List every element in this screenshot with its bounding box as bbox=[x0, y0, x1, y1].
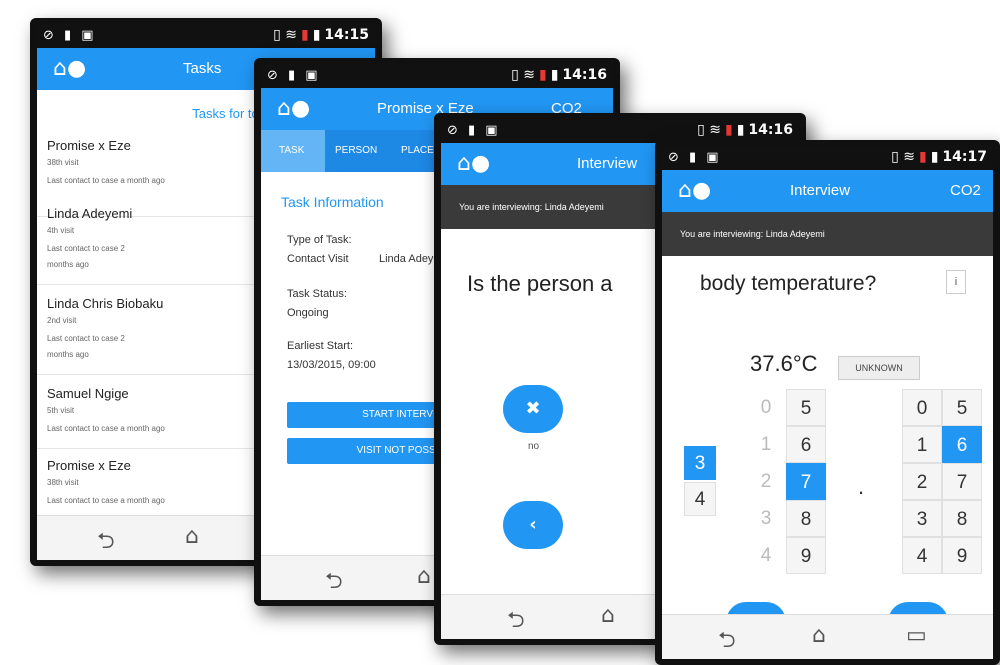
digit-grey[interactable]: 3 bbox=[750, 500, 782, 537]
digit-tens-4[interactable]: 4 bbox=[684, 482, 716, 516]
type-value: Contact Visit bbox=[287, 253, 349, 265]
status-bar: ⊘ ▮ ▣ ▯ ≋ ▮ ▮ 14:17 bbox=[662, 146, 993, 170]
home-nav-icon[interactable]: ⌂ bbox=[601, 603, 615, 628]
question-text: body temperature? bbox=[700, 272, 877, 295]
back-icon[interactable]: ⮌ bbox=[97, 524, 115, 560]
task-name: Linda Adeyemi bbox=[47, 206, 133, 221]
status-icons-left: ⊘ ▮ ▣ bbox=[668, 150, 722, 165]
app-bar: ⌂● Interview CO2 bbox=[662, 170, 993, 212]
phone-temperature: ⊘ ▮ ▣ ▯ ≋ ▮ ▮ 14:17 ⌂● Interview CO2 You… bbox=[655, 140, 1000, 665]
digit-grey[interactable]: 4 bbox=[750, 537, 782, 574]
type-label: Type of Task: bbox=[287, 234, 352, 246]
info-title: Task Information bbox=[281, 194, 384, 210]
page-title: Tasks bbox=[183, 60, 222, 77]
task-contact: Last contact to case a month ago bbox=[47, 424, 165, 433]
tab-task[interactable]: TASK bbox=[279, 145, 304, 156]
digit-units[interactable]: 5 bbox=[786, 389, 826, 426]
digit-decimal[interactable]: 9 bbox=[942, 537, 982, 574]
digit-decimal[interactable]: 0 bbox=[902, 389, 942, 426]
digit-grey[interactable]: 0 bbox=[750, 389, 782, 426]
home-nav-icon[interactable]: ⌂ bbox=[812, 623, 826, 648]
status-icons-left: ⊘ ▮ ▣ bbox=[267, 68, 321, 83]
digit-units[interactable]: 8 bbox=[786, 500, 826, 537]
task-name: Samuel Ngige bbox=[47, 386, 129, 401]
page-title: Interview bbox=[577, 155, 638, 172]
no-button[interactable]: ✖ bbox=[503, 385, 563, 433]
digit-decimal[interactable]: 4 bbox=[902, 537, 942, 574]
interviewing-text: You are interviewing: Linda Adeyemi bbox=[459, 202, 604, 212]
status-label: Task Status: bbox=[287, 288, 347, 300]
digit-decimal[interactable]: 2 bbox=[902, 463, 942, 500]
digit-decimal[interactable]: 7 bbox=[942, 463, 982, 500]
start-label: Earliest Start: bbox=[287, 340, 354, 352]
task-contact: Last contact to case 2 months ago bbox=[47, 244, 125, 269]
status-icons-right: ▯ ≋ ▮ ▮ 14:16 bbox=[511, 67, 607, 83]
status-icons-right: ▯ ≋ ▮ ▮ 14:17 bbox=[891, 149, 987, 165]
app-bar-right: CO2 bbox=[950, 182, 981, 199]
task-name: Promise x Eze bbox=[47, 138, 131, 153]
recents-icon[interactable]: ▭ bbox=[906, 623, 927, 648]
unknown-button[interactable]: UNKNOWN bbox=[838, 356, 920, 380]
task-name: Promise x Eze bbox=[47, 458, 131, 473]
status-icons-left: ⊘ ▮ ▣ bbox=[43, 28, 97, 43]
digit-units[interactable]: 9 bbox=[786, 537, 826, 574]
task-contact: Last contact to case a month ago bbox=[47, 176, 165, 185]
task-visit: 38th visit bbox=[47, 158, 79, 167]
nav-bar: ⮌ ⌂ ▭ bbox=[662, 614, 993, 659]
page-title: Interview bbox=[790, 182, 851, 199]
digit-grey[interactable]: 1 bbox=[750, 426, 782, 463]
no-label: no bbox=[528, 441, 540, 452]
info-icon[interactable]: i bbox=[946, 270, 966, 294]
task-visit: 2nd visit bbox=[47, 316, 77, 325]
digit-decimal[interactable]: 5 bbox=[942, 389, 982, 426]
home-icon[interactable]: ⌂● bbox=[457, 151, 490, 176]
back-icon[interactable]: ⮌ bbox=[718, 623, 736, 659]
task-name: Linda Chris Biobaku bbox=[47, 296, 164, 311]
digit-decimal[interactable]: 3 bbox=[902, 500, 942, 537]
interviewing-bar: You are interviewing: Linda Adeyemi bbox=[662, 212, 993, 256]
tab-place[interactable]: PLACE bbox=[401, 145, 434, 156]
back-icon[interactable]: ⮌ bbox=[325, 564, 343, 600]
status-icons-left: ⊘ ▮ ▣ bbox=[447, 123, 501, 138]
digit-units-selected[interactable]: 7 bbox=[786, 463, 826, 500]
digit-decimal[interactable]: 1 bbox=[902, 426, 942, 463]
task-visit: 38th visit bbox=[47, 478, 79, 487]
start-value: 13/03/2015, 09:00 bbox=[287, 359, 376, 371]
question-text: Is the person a bbox=[467, 271, 613, 296]
home-icon[interactable]: ⌂● bbox=[53, 56, 86, 81]
digit-grey[interactable]: 2 bbox=[750, 463, 782, 500]
previous-button[interactable]: ‹ bbox=[503, 501, 563, 549]
tab-person[interactable]: PERSON bbox=[335, 145, 377, 156]
home-nav-icon[interactable]: ⌂ bbox=[417, 564, 431, 589]
task-contact: Last contact to case a month ago bbox=[47, 496, 165, 505]
digit-units[interactable]: 6 bbox=[786, 426, 826, 463]
task-visit: 4th visit bbox=[47, 226, 75, 235]
temperature-value: 37.6°C bbox=[750, 351, 818, 376]
task-visit: 5th visit bbox=[47, 406, 75, 415]
task-contact: Last contact to case 2 months ago bbox=[47, 334, 125, 359]
screen: ⊘ ▮ ▣ ▯ ≋ ▮ ▮ 14:17 ⌂● Interview CO2 You… bbox=[662, 146, 993, 659]
interviewing-text: You are interviewing: Linda Adeyemi bbox=[680, 229, 825, 239]
home-icon[interactable]: ⌂● bbox=[277, 96, 310, 121]
status-value: Ongoing bbox=[287, 307, 329, 319]
status-icons-right: ▯ ≋ ▮ ▮ 14:15 bbox=[273, 27, 369, 43]
home-icon[interactable]: ⌂● bbox=[678, 178, 711, 203]
digit-decimal-selected[interactable]: 6 bbox=[942, 426, 982, 463]
digit-decimal[interactable]: 8 bbox=[942, 500, 982, 537]
back-icon[interactable]: ⮌ bbox=[507, 603, 525, 639]
digit-tens-3[interactable]: 3 bbox=[684, 446, 716, 480]
decimal-point: . bbox=[858, 474, 865, 499]
status-bar: ⊘ ▮ ▣ ▯ ≋ ▮ ▮ 14:16 bbox=[261, 64, 613, 88]
home-nav-icon[interactable]: ⌂ bbox=[185, 524, 199, 549]
status-bar: ⊘ ▮ ▣ ▯ ≋ ▮ ▮ 14:15 bbox=[37, 24, 375, 48]
status-icons-right: ▯ ≋ ▮ ▮ 14:16 bbox=[697, 122, 793, 138]
temperature-panel: body temperature? i 37.6°C UNKNOWN 3 4 0… bbox=[662, 256, 993, 642]
